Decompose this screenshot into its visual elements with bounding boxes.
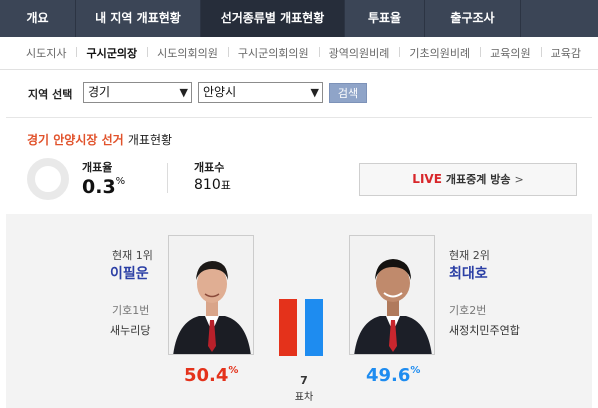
- count-rate-value: 0.3%: [82, 176, 125, 198]
- candidate-2-percent-value: 49.6: [366, 365, 411, 386]
- candidate-2-rank: 현재 2위: [449, 249, 490, 262]
- candidate-2-percent-unit: %: [410, 365, 421, 376]
- tab-exit-poll[interactable]: 출구조사: [425, 0, 521, 37]
- chevron-right-icon: >: [514, 173, 524, 186]
- candidate-2-photo: [349, 235, 435, 355]
- candidate-1-bar: [279, 299, 297, 356]
- chevron-down-icon: ▼: [310, 86, 319, 99]
- city-select[interactable]: 안양시 ▼: [198, 82, 323, 103]
- chevron-down-icon: ▼: [179, 86, 188, 99]
- candidate-2-number: 기호2번: [449, 304, 487, 317]
- vote-count-unit: 표: [220, 179, 231, 192]
- subtab-provincial-council[interactable]: 시도의회의원: [147, 45, 228, 61]
- subtab-education-council[interactable]: 교육의원: [480, 45, 540, 61]
- divider: [6, 117, 592, 118]
- subtab-superintendent[interactable]: 교육감: [540, 45, 591, 61]
- candidate-1-number: 기호1번: [112, 304, 150, 317]
- subtab-city-council[interactable]: 구시군의회의원: [227, 45, 319, 61]
- candidate-2-bar: [305, 299, 323, 356]
- candidate-1-percent-unit: %: [228, 365, 239, 376]
- live-text: 개표중계 방송: [445, 173, 511, 186]
- subtab-mayor[interactable]: 구시군의장: [76, 45, 147, 61]
- candidate-2-name[interactable]: 최대호: [449, 263, 488, 283]
- vote-share-bars: [271, 236, 335, 356]
- province-select[interactable]: 경기 ▼: [83, 82, 192, 103]
- vote-count-label: 개표수: [194, 161, 225, 174]
- province-value: 경기: [88, 85, 111, 99]
- subtab-provincial-proportional[interactable]: 광역의원비례: [318, 45, 400, 61]
- count-rate-donut: [27, 158, 69, 200]
- candidate-1-percent-value: 50.4: [184, 365, 229, 386]
- vote-count-number: 810: [194, 177, 221, 193]
- vote-gap-label: 표차: [294, 392, 314, 403]
- tab-overview[interactable]: 개요: [0, 0, 76, 37]
- region-label: 지역 선택: [28, 88, 73, 101]
- subtab-governor[interactable]: 시도지사: [0, 45, 76, 61]
- top-nav: 개요 내 지역 개표현황 선거종류별 개표현황 투표율 출구조사: [0, 0, 598, 37]
- live-broadcast-button[interactable]: LIVE 개표중계 방송 >: [359, 163, 577, 196]
- candidate-2-percent: 49.6%: [366, 365, 420, 386]
- candidate-1-party: 새누리당: [110, 324, 151, 337]
- count-rate-label: 개표율: [82, 161, 113, 174]
- title-suffix: 개표현황: [127, 133, 173, 147]
- city-value: 안양시: [203, 85, 237, 99]
- region-selector: 지역 선택 경기 ▼ 안양시 ▼ 검색: [0, 71, 598, 117]
- stats-separator: [167, 163, 168, 193]
- tab-by-election-type[interactable]: 선거종류별 개표현황: [201, 0, 345, 37]
- subtab-local-proportional[interactable]: 기초의원비례: [399, 45, 480, 61]
- tab-my-region[interactable]: 내 지역 개표현황: [76, 0, 201, 37]
- candidate-2-party: 새정치민주연합: [449, 324, 520, 337]
- count-rate-unit: %: [115, 176, 126, 187]
- election-name: 경기 안양시장 선거: [27, 133, 124, 147]
- tab-turnout[interactable]: 투표율: [345, 0, 425, 37]
- candidate-1-percent: 50.4%: [184, 365, 238, 386]
- candidate-1-name[interactable]: 이필운: [110, 263, 149, 283]
- candidate-1-photo: [168, 235, 254, 355]
- page-title: 경기 안양시장 선거 개표현황: [27, 131, 172, 148]
- candidate-1-rank: 현재 1위: [112, 249, 153, 262]
- vote-gap-value: 7: [300, 374, 308, 387]
- search-button[interactable]: 검색: [329, 83, 367, 103]
- sub-nav: 시도지사 구시군의장 시도의회의원 구시군의회의원 광역의원비례 기초의원비례 …: [0, 37, 598, 70]
- vote-count-value: 810표: [194, 177, 231, 193]
- count-rate-number: 0.3: [82, 176, 116, 198]
- live-tag: LIVE: [412, 172, 442, 186]
